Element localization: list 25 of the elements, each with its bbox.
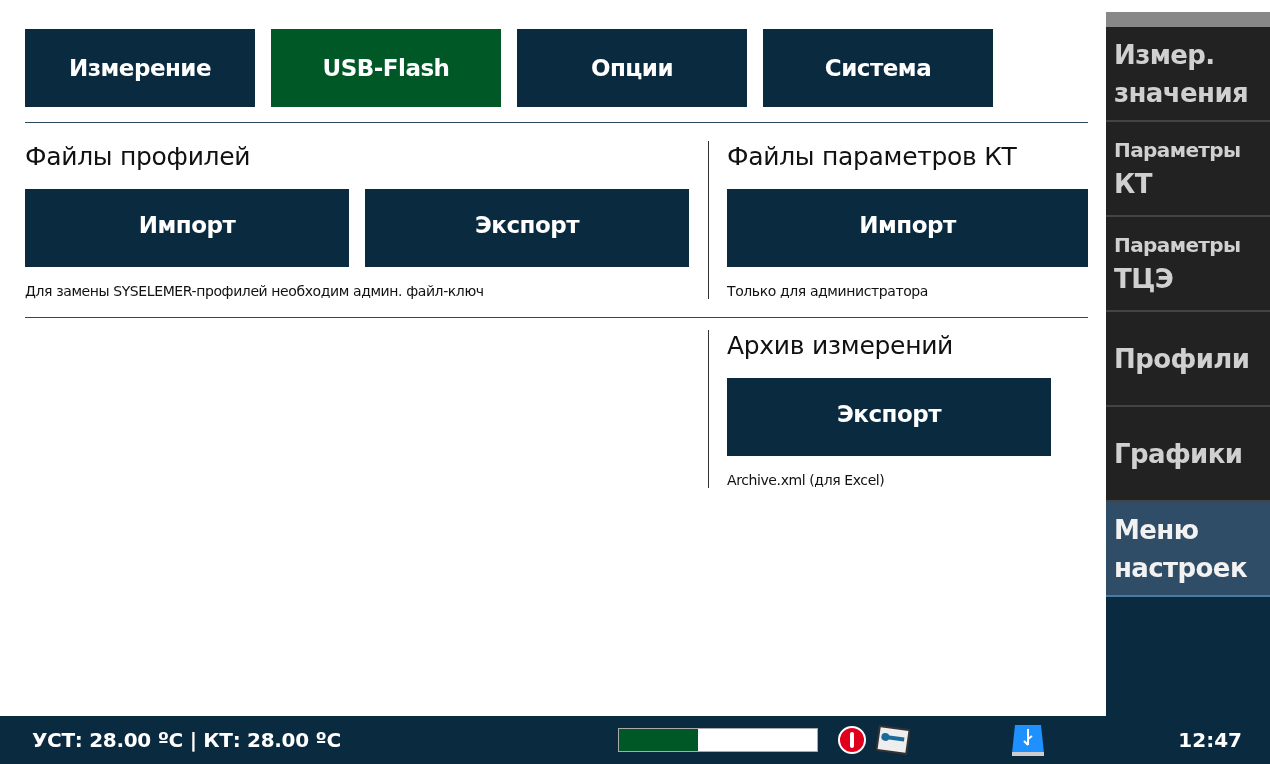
sidebar-item[interactable]: Профили [1106, 312, 1270, 407]
tab[interactable]: Опции [517, 29, 747, 107]
thermometer-icon [876, 725, 910, 755]
sidebar-item[interactable]: Параметры ТЦЭ [1106, 217, 1270, 312]
section-note: Только для администратора [727, 283, 929, 299]
action-button[interactable]: Экспорт [727, 378, 1051, 456]
alert-icon [838, 726, 866, 754]
section-title: Архив измерений [727, 330, 955, 362]
tab[interactable]: Система [763, 29, 993, 107]
sidebar-item[interactable]: Меню настроек [1106, 502, 1270, 597]
sidebar-item[interactable]: Измер. значения [1106, 27, 1270, 122]
section-title: Файлы профилей [25, 141, 252, 173]
action-button[interactable]: Импорт [727, 189, 1088, 267]
action-button[interactable]: Импорт [25, 189, 349, 267]
section-note: Archive.xml (для Excel) [727, 472, 886, 488]
tab[interactable]: USB-Flash [271, 29, 501, 107]
usb-icon [1010, 723, 1046, 757]
section-note: Для замены SYSELEMER-профилей необходим админ. файл-ключ [25, 283, 485, 299]
temperature-readout: УСТ: 28.00 ºC | КТ: 28.00 ºC [32, 728, 342, 752]
clock: 12:47 [1178, 728, 1242, 752]
sidebar-item[interactable]: Графики [1106, 407, 1270, 502]
section-title: Файлы параметров КТ [727, 141, 1018, 173]
tab[interactable]: Измерение [25, 29, 255, 107]
action-button[interactable]: Экспорт [365, 189, 689, 267]
sidebar-item[interactable]: Параметры КТ [1106, 122, 1270, 217]
